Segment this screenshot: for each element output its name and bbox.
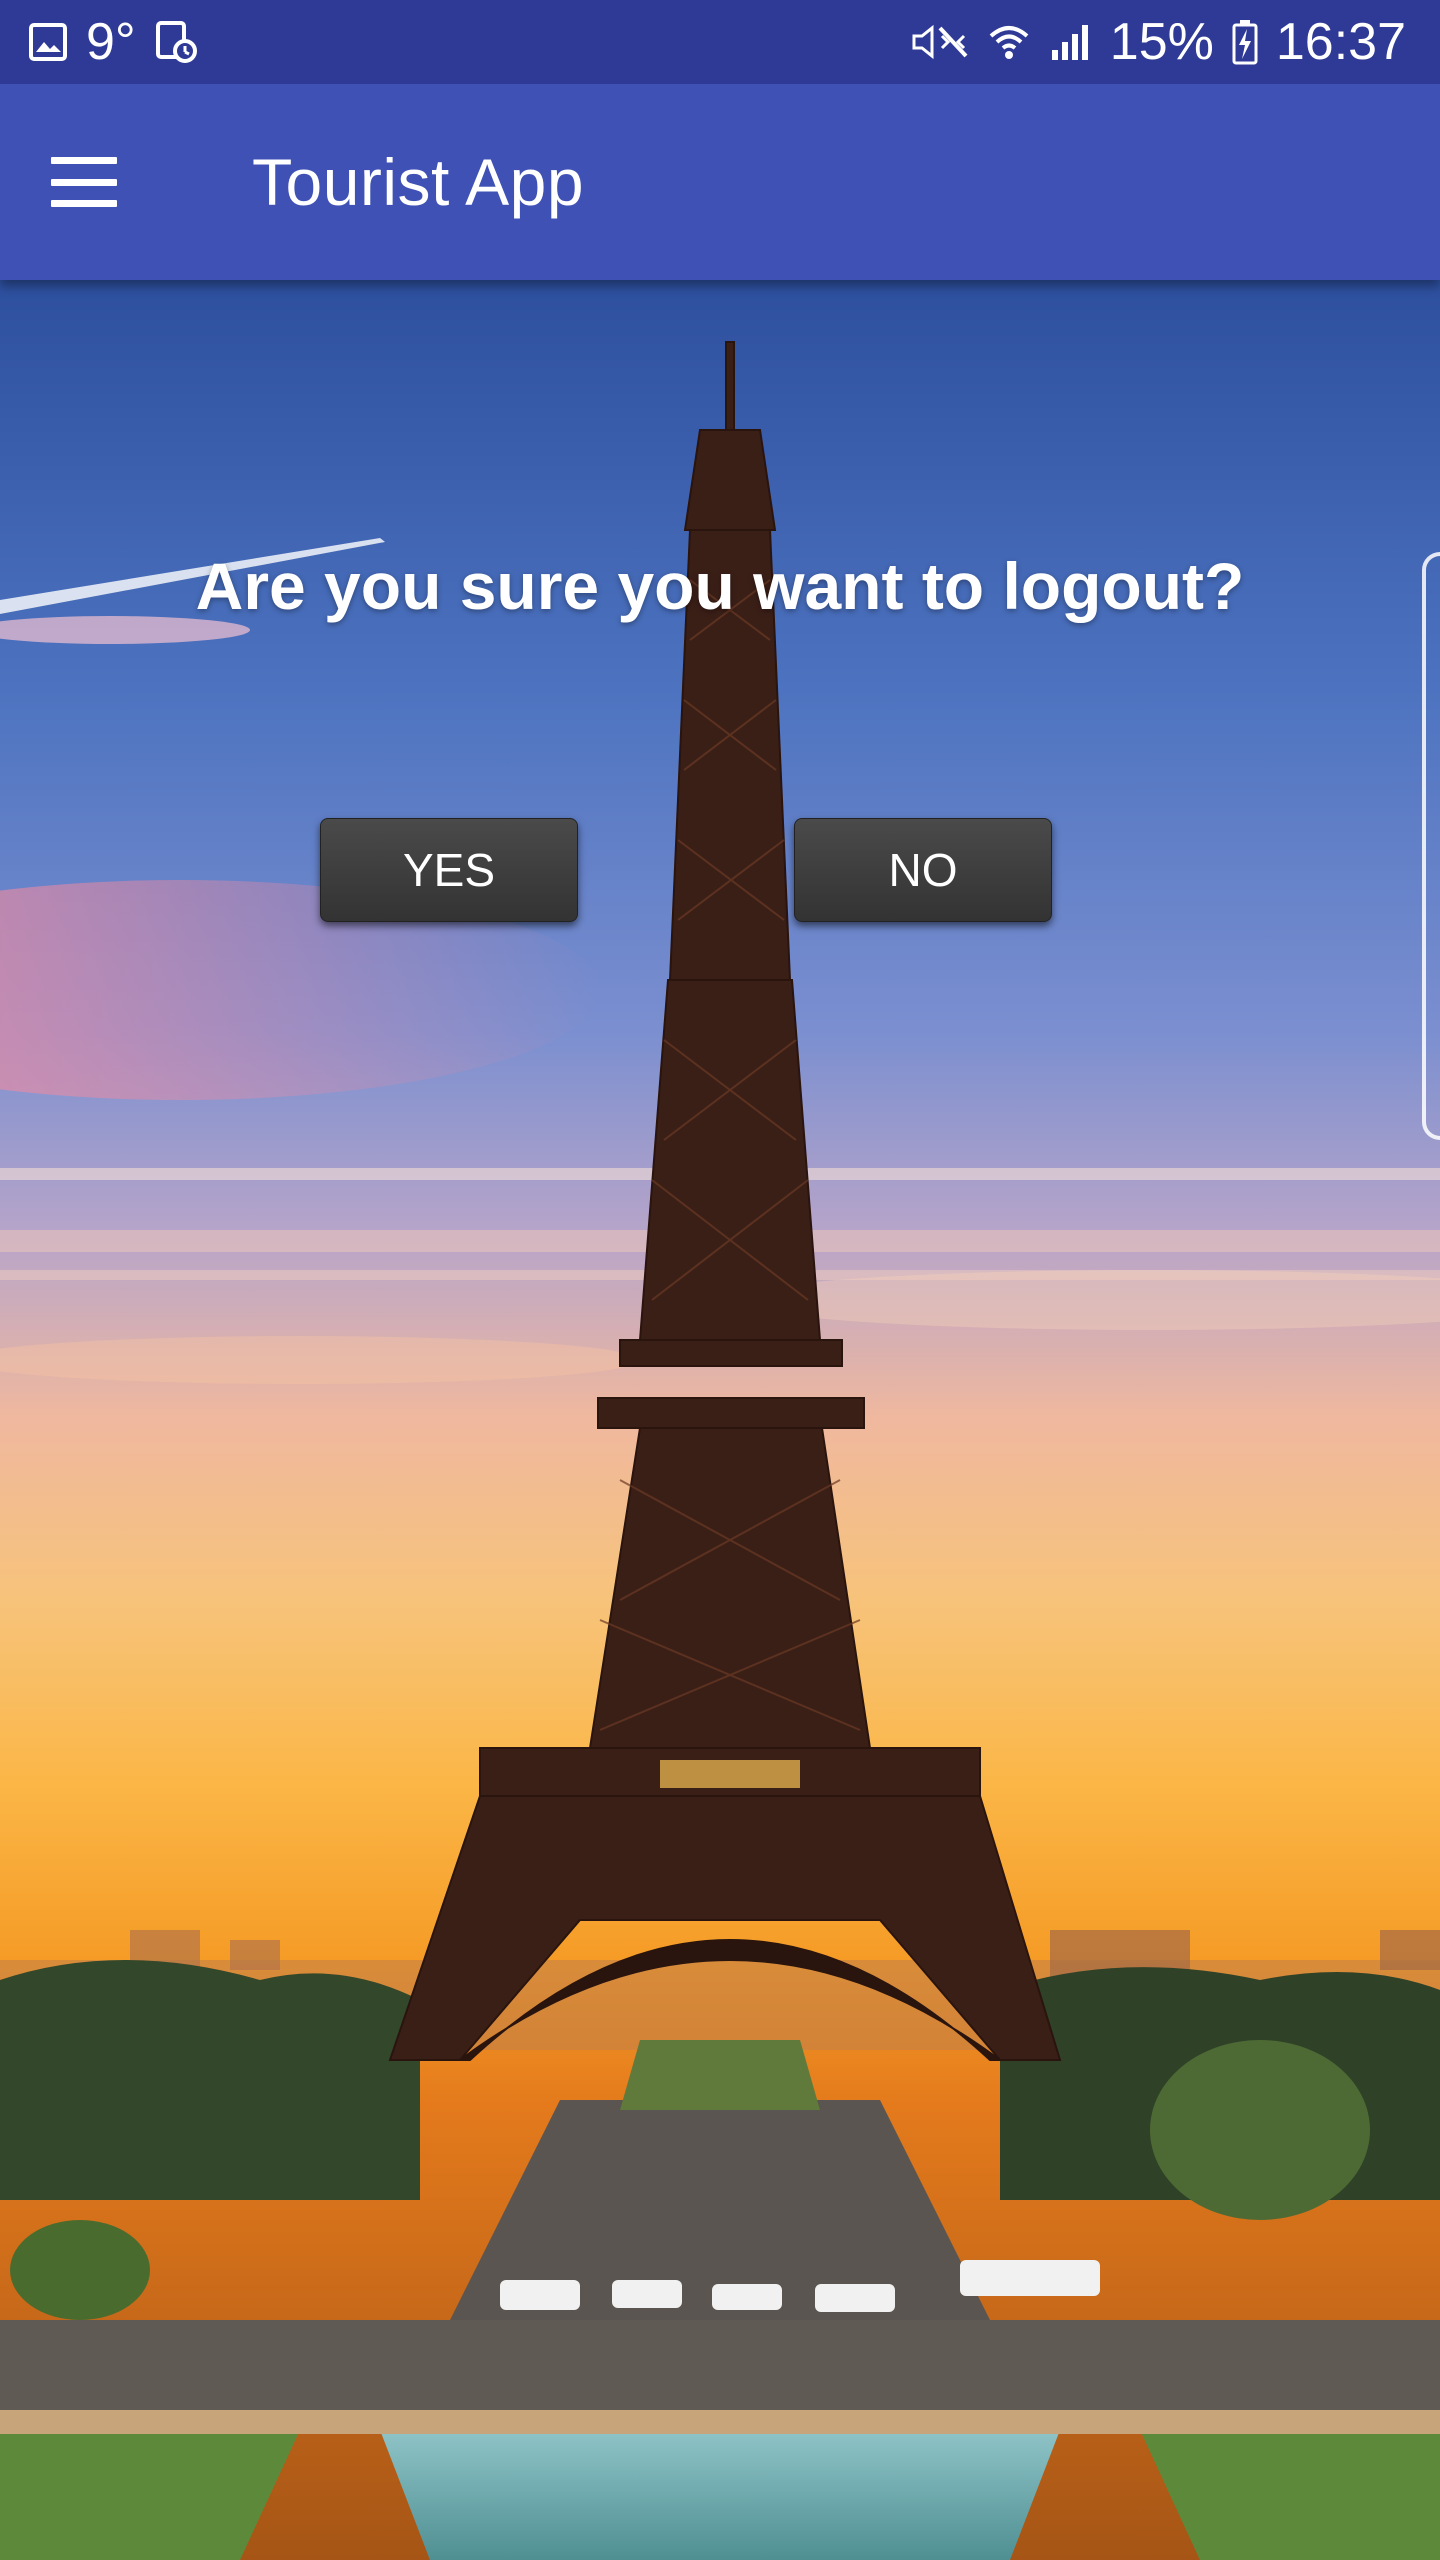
app-bar: Tourist App <box>0 84 1440 280</box>
gallery-icon <box>28 22 68 62</box>
wifi-icon <box>988 22 1030 62</box>
edge-panel-handle[interactable] <box>1422 552 1440 1140</box>
app-title: Tourist App <box>252 145 585 219</box>
clock-text: 16:37 <box>1275 13 1406 71</box>
status-bar: 9° 15% 16:37 <box>0 0 1440 84</box>
yes-button[interactable]: YES <box>320 818 578 922</box>
mute-icon <box>908 22 970 62</box>
menu-button[interactable] <box>24 122 144 242</box>
battery-charging-icon <box>1232 19 1258 65</box>
signal-icon <box>1048 22 1092 62</box>
calendar-clock-icon <box>154 20 198 64</box>
app-screen: 9° 15% 16:37 Tourist App Are you sure yo… <box>0 0 1440 2560</box>
no-button[interactable]: NO <box>794 818 1052 922</box>
battery-percent: 15% <box>1109 13 1214 71</box>
logout-question: Are you sure you want to logout? <box>195 549 1245 623</box>
hamburger-menu-icon <box>51 157 117 207</box>
temperature-text: 9° <box>86 13 136 71</box>
